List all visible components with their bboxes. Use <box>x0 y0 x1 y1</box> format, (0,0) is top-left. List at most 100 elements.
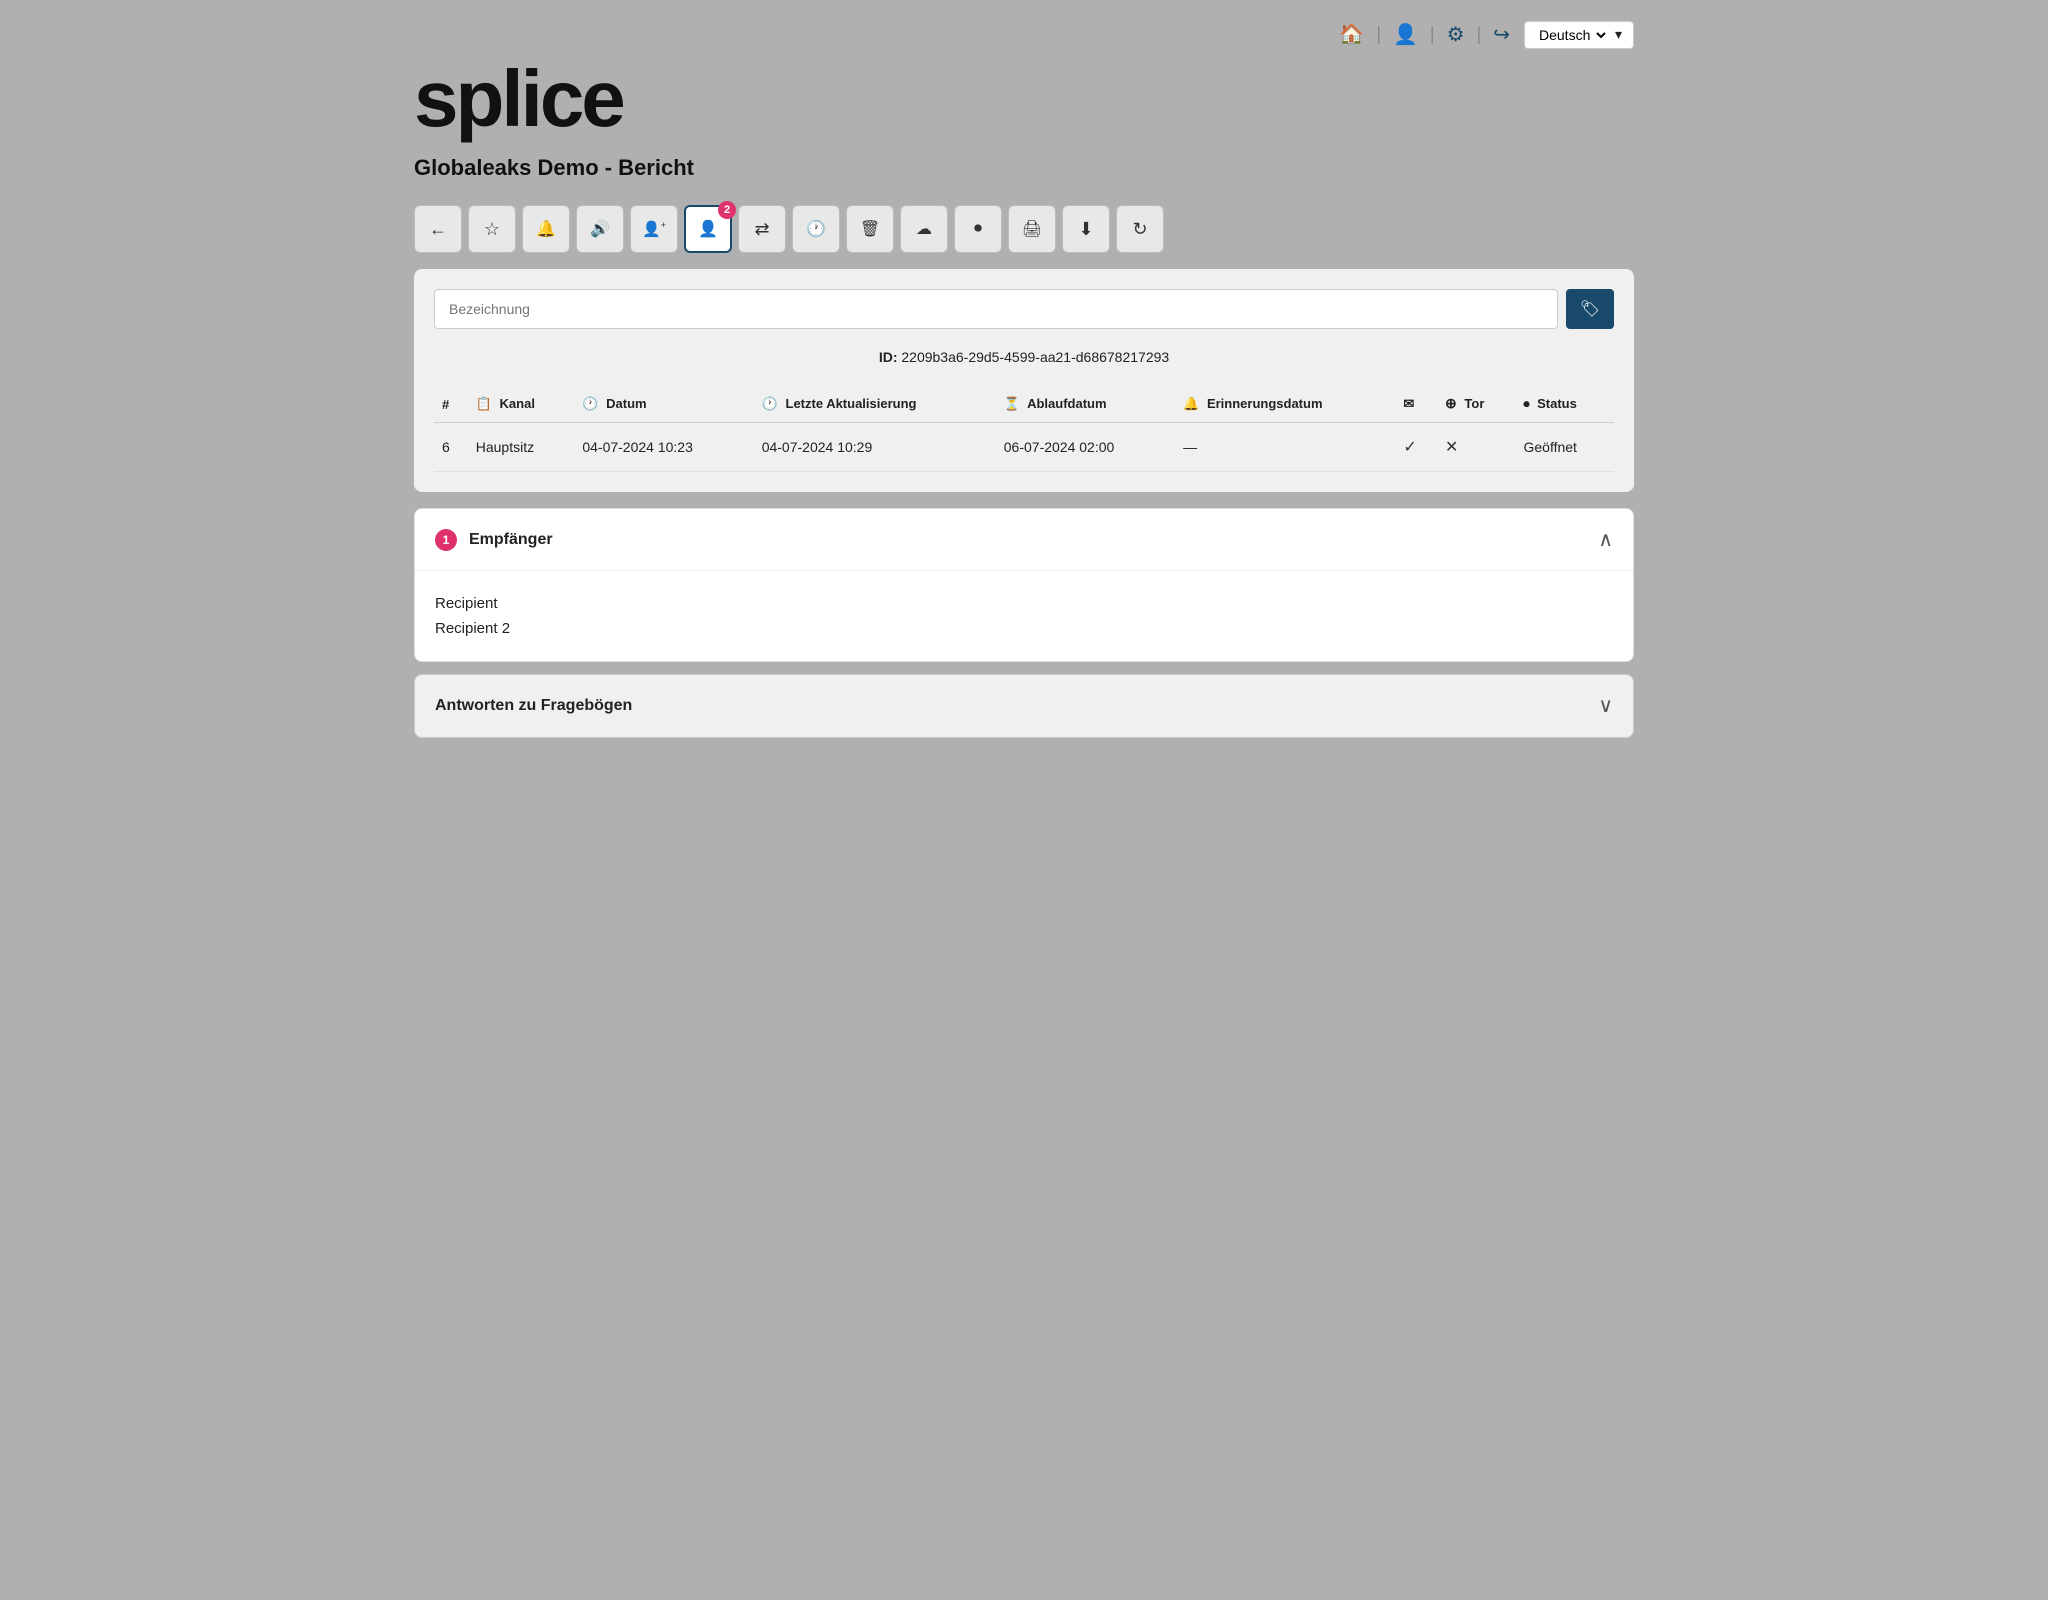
bell-icon: 🔔 <box>536 219 556 239</box>
toolbar: ← ☆ 🔔 🔊 👤+ 👤 2 ⇄ 🕐 🗑 <box>414 205 1634 253</box>
id-label: ID: <box>879 349 898 365</box>
chevron-down-icon: ▾ <box>1615 26 1622 43</box>
record-button[interactable]: ⏺ <box>954 205 1002 253</box>
sep3: | <box>1477 24 1482 45</box>
logout-icon[interactable]: ↪ <box>1491 20 1512 49</box>
add-person-button[interactable]: 👤+ <box>630 205 678 253</box>
tor-label: Tor <box>1464 396 1484 411</box>
download-icon: ⬇ <box>1078 219 1093 240</box>
cell-kanal: Hauptsitz <box>468 423 575 472</box>
panel-header-left-q: Antworten zu Fragebögen <box>435 697 632 715</box>
list-item: Recipient 2 <box>435 616 1613 641</box>
logo-text: splice <box>414 54 623 143</box>
label-input[interactable] <box>434 289 1558 329</box>
cell-letzte: 04-07-2024 10:29 <box>754 423 996 472</box>
datum-icon: 🕐 <box>582 396 598 411</box>
col-ablauf: ⏳ Ablaufdatum <box>996 385 1175 423</box>
questionnaire-panel: Antworten zu Fragebögen ∨ <box>414 674 1634 738</box>
questionnaire-panel-title: Antworten zu Fragebögen <box>435 697 632 715</box>
language-selector[interactable]: Deutsch English Français Español ▾ <box>1524 21 1634 49</box>
favorite-button[interactable]: ☆ <box>468 205 516 253</box>
refresh-button[interactable]: ↻ <box>1116 205 1164 253</box>
trash-icon: 🗑 <box>860 219 880 239</box>
status-icon: ⏺ <box>1523 397 1529 411</box>
cell-ablauf: 06-07-2024 02:00 <box>996 423 1175 472</box>
cell-email: ✓ <box>1395 423 1437 472</box>
add-person-icon: 👤+ <box>642 220 666 238</box>
print-button[interactable]: 🖨 <box>1008 205 1056 253</box>
recipient-panel-title: Empfänger <box>469 531 553 549</box>
recipient-panel: 1 Empfänger ∧ Recipient Recipient 2 <box>414 508 1634 662</box>
recipient-panel-header[interactable]: 1 Empfänger ∧ <box>415 509 1633 571</box>
settings-icon[interactable]: ⚙ <box>1445 20 1467 49</box>
col-tor: ⊕ Tor <box>1437 385 1515 423</box>
sound-button[interactable]: 🔊 <box>576 205 624 253</box>
letzte-label: Letzte Aktualisierung <box>786 396 917 411</box>
transfer-icon: ⇄ <box>754 219 769 240</box>
list-item: Recipient <box>435 591 1613 616</box>
hash-label: # <box>442 397 449 412</box>
label-row: 🏷 <box>434 289 1614 329</box>
kanal-icon: 📋 <box>476 396 492 411</box>
chevron-down-icon: ∨ <box>1598 693 1613 718</box>
tor-icon: ⊕ <box>1445 395 1457 411</box>
panel-number: 1 <box>435 529 457 551</box>
language-dropdown[interactable]: Deutsch English Français Español <box>1535 26 1609 44</box>
history-button[interactable]: 🕐 <box>792 205 840 253</box>
volume-icon: 🔊 <box>590 219 610 239</box>
erinnerung-label: Erinnerungsdatum <box>1207 396 1323 411</box>
clock-icon: 🕐 <box>806 219 826 239</box>
col-status: ⏺ Status <box>1515 385 1614 423</box>
assign-badge: 2 <box>718 201 736 219</box>
delete-button[interactable]: 🗑 <box>846 205 894 253</box>
col-erinnerung: 🔔 Erinnerungsdatum <box>1175 385 1395 423</box>
cell-erinnerung: — <box>1175 423 1395 472</box>
tag-icon: 🏷 <box>1580 299 1600 319</box>
kanal-label: Kanal <box>500 396 535 411</box>
col-kanal: 📋 Kanal <box>468 385 575 423</box>
assign-button[interactable]: 👤 2 <box>684 205 732 253</box>
questionnaire-panel-header[interactable]: Antworten zu Fragebögen ∨ <box>415 675 1633 737</box>
email-icon: ✉ <box>1403 396 1414 411</box>
col-datum: 🕐 Datum <box>574 385 753 423</box>
cell-datum: 04-07-2024 10:23 <box>574 423 753 472</box>
status-label: Status <box>1537 396 1577 411</box>
id-row: ID: 2209b3a6-29d5-4599-aa21-d68678217293 <box>434 349 1614 365</box>
col-email: ✉ <box>1395 385 1437 423</box>
record-icon: ⏺ <box>974 220 982 238</box>
ablauf-icon: ⏳ <box>1004 396 1020 411</box>
label-button[interactable]: 🏷 <box>1566 289 1614 329</box>
panel-header-left: 1 Empfänger <box>435 529 553 551</box>
back-icon: ← <box>429 219 447 240</box>
notification-button[interactable]: 🔔 <box>522 205 570 253</box>
recipient-panel-body: Recipient Recipient 2 <box>415 571 1633 661</box>
ablauf-label: Ablaufdatum <box>1027 396 1106 411</box>
erinnerung-icon: 🔔 <box>1183 396 1199 411</box>
download-button[interactable]: ⬇ <box>1062 205 1110 253</box>
page-title: Globaleaks Demo - Bericht <box>414 155 1634 181</box>
cell-num: 6 <box>434 423 468 472</box>
user-icon[interactable]: 👤 <box>1391 20 1420 49</box>
top-bar: 🏠 | 👤 | ⚙ | ↪ Deutsch English Français E… <box>414 20 1634 49</box>
cloud-button[interactable]: ☁ <box>900 205 948 253</box>
home-icon[interactable]: 🏠 <box>1337 20 1366 49</box>
nav-icons: 🏠 | 👤 | ⚙ | ↪ <box>1337 20 1512 49</box>
print-icon: 🖨 <box>1022 219 1042 239</box>
sep2: | <box>1430 24 1435 45</box>
assign-icon: 👤 <box>698 219 718 239</box>
main-content-card: 🏷 ID: 2209b3a6-29d5-4599-aa21-d686782172… <box>414 269 1634 492</box>
report-table: # 📋 Kanal 🕐 Datum 🕐 Letzte Aktualisierun… <box>434 385 1614 472</box>
transfer-button[interactable]: ⇄ <box>738 205 786 253</box>
chevron-up-icon: ∧ <box>1598 527 1613 552</box>
refresh-icon: ↻ <box>1132 219 1147 240</box>
back-button[interactable]: ← <box>414 205 462 253</box>
letzte-icon: 🕐 <box>762 396 778 411</box>
star-icon: ☆ <box>484 219 500 240</box>
sep1: | <box>1376 24 1381 45</box>
cell-tor: ✕ <box>1437 423 1515 472</box>
col-letzte: 🕐 Letzte Aktualisierung <box>754 385 996 423</box>
cloud-icon: ☁ <box>916 219 932 239</box>
table-row: 6 Hauptsitz 04-07-2024 10:23 04-07-2024 … <box>434 423 1614 472</box>
cell-status: Geöffnet <box>1515 423 1614 472</box>
col-num: # <box>434 385 468 423</box>
